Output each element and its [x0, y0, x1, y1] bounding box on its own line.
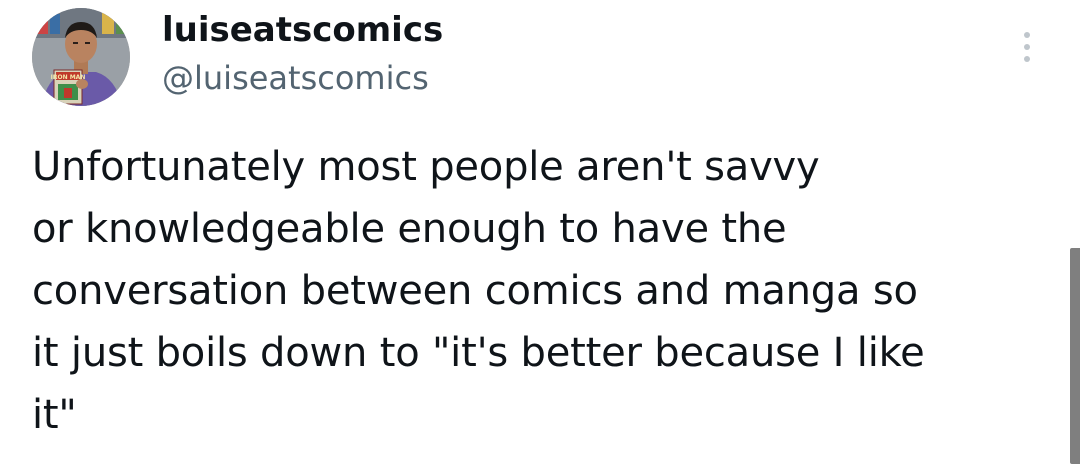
scrollbar-thumb[interactable] [1070, 248, 1080, 464]
tweet-text-line: it just boils down to "it's better becau… [32, 330, 925, 376]
more-options-button[interactable] [1012, 26, 1042, 68]
display-name[interactable]: luiseatscomics [162, 10, 443, 50]
tweet-text-line: it" [32, 392, 77, 438]
avatar-image: IRON MAN [32, 8, 130, 106]
more-vertical-icon [1024, 32, 1030, 62]
tweet: IRON MAN luiseatscomics @luiseatscomics … [0, 0, 1080, 464]
tweet-text-line: conversation between comics and manga so [32, 268, 918, 314]
user-handle[interactable]: @luiseatscomics [162, 58, 429, 98]
tweet-text-line: Unfortunately most people aren't savvy [32, 144, 820, 190]
tweet-text: Unfortunately most people aren't savvy o… [32, 136, 1042, 446]
avatar[interactable]: IRON MAN [32, 8, 130, 106]
tweet-text-line: or knowledgeable enough to have the [32, 206, 787, 252]
